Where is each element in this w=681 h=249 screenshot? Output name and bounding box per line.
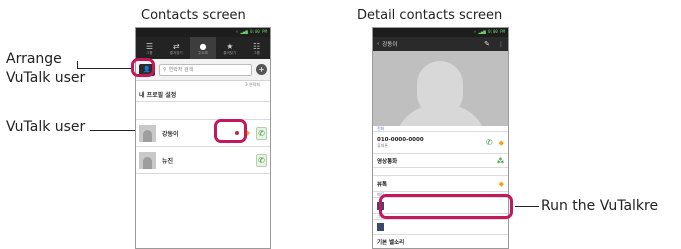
tab-groups[interactable]: ☰ 그룹: [136, 37, 163, 59]
search-placeholder: 연락처 검색: [168, 67, 194, 73]
contact-row[interactable]: 강동이 ◆ ✆: [136, 120, 270, 147]
video-call-row[interactable]: 영상통화 ⁂: [373, 154, 508, 168]
phone-number-row[interactable]: 010-0000-0000 휴대폰 ✆ ◆: [373, 132, 508, 154]
run-vutalk-label: Run the VuTalkre: [541, 198, 659, 214]
contact-count: 3 연락처: [245, 82, 260, 87]
phone-icon: ✆: [258, 155, 265, 165]
tab-more[interactable]: ☷ 그룹: [243, 37, 270, 59]
section-spacer: [136, 102, 270, 120]
section-spacer: [373, 168, 508, 176]
run-vutalk-highlight: [379, 194, 513, 219]
run-vutalk-leader-line: [515, 206, 539, 207]
tab-contacts[interactable]: ● 주소록: [189, 37, 217, 59]
group-row[interactable]: [373, 220, 508, 235]
phone-icon: ✆: [258, 128, 265, 138]
more-icon[interactable]: ⋮: [498, 41, 504, 48]
search-icon: ⚲: [163, 66, 167, 73]
phone-type: 휴대폰: [377, 142, 389, 148]
detail-title: 강동이: [382, 42, 398, 48]
my-profile-row[interactable]: 내 프로필 설정: [136, 88, 270, 102]
alphabet-scroll-index[interactable]: · · · · · · · · · · · · · · · · · · · · · · · · · · · · · · · · · · · ·: [266, 88, 269, 232]
star-icon: ★: [226, 41, 234, 51]
vutalk-user-highlight: [214, 119, 247, 143]
arrange-label-line2: VuTalk user: [6, 70, 86, 86]
status-bar: ⚡ ▂▄▆ 0:00 PM: [373, 28, 508, 37]
tab-starred[interactable]: ★ 즐겨찾기: [216, 37, 243, 59]
edit-icon[interactable]: ✎: [484, 40, 490, 48]
vutalk-user-label: VuTalk user: [6, 119, 86, 135]
tab-icon: ☰: [145, 41, 153, 51]
contact-photo: [373, 51, 508, 126]
tab-icon: ⇄: [172, 41, 180, 51]
group-icon: [377, 223, 384, 231]
message-icon[interactable]: ◆: [499, 139, 504, 147]
tab-icon: ☷: [253, 41, 261, 51]
my-profile-label: 내 프로필 설정: [139, 92, 177, 99]
tab-favorites[interactable]: ⇄ 즐겨찾기: [163, 37, 190, 59]
contacts-screen-caption: Contacts screen: [141, 8, 246, 23]
tab-label: 즐겨찾기: [169, 50, 183, 55]
tab-label: 그룹: [146, 50, 153, 55]
avatar: [139, 124, 156, 142]
ringtone-row[interactable]: 기본 벨소리: [373, 235, 508, 248]
vutalk-icon[interactable]: ◆: [499, 180, 504, 188]
vutalk-row[interactable]: 뷰톡 ◆: [373, 176, 508, 192]
video-call-icon[interactable]: ⁂: [497, 157, 504, 165]
tab-label: 그룹: [253, 50, 260, 55]
contact-name: 뉴진: [162, 157, 174, 165]
contacts-tab-bar: ☰ 그룹 ⇄ 즐겨찾기 ● 주소록 ★ 즐겨찾기 ☷ 그룹: [136, 37, 270, 59]
vutalk-row-label: 뷰톡: [377, 181, 388, 188]
ringtone-label: 기본 벨소리: [377, 239, 405, 246]
search-input[interactable]: ⚲ 연락처 검색: [159, 63, 252, 76]
arrange-highlight: [131, 58, 155, 77]
add-contact-button[interactable]: +: [256, 64, 267, 75]
avatar: [139, 151, 156, 169]
arrange-leader-line: [77, 68, 132, 69]
contacts-screen-phone: ⚡ ▂▄▆ 0:00 PM ☰ 그룹 ⇄ 즐겨찾기 ● 주소록 ★ 즐겨찾기 ☷ 그룹 👤…: [135, 27, 271, 249]
contact-row[interactable]: 뉴진 ✆: [136, 147, 270, 174]
video-call-label: 영상통화: [377, 158, 398, 165]
silhouette-body-icon: [395, 105, 487, 126]
phone-icon[interactable]: ✆: [486, 138, 493, 147]
person-icon: ●: [199, 41, 207, 51]
plus-icon: +: [258, 65, 265, 74]
back-icon[interactable]: ‹: [377, 41, 379, 47]
tab-label: 주소록: [198, 50, 208, 55]
detail-title-bar: ‹ 강동이 ✎ ⋮: [373, 37, 508, 51]
tab-label: 즐겨찾기: [223, 50, 237, 55]
search-row: 👤 ⚲ 연락처 검색 +: [136, 59, 270, 81]
detail-screen-caption: Detail contacts screen: [357, 8, 503, 23]
arrange-label-line1: Arrange: [6, 51, 62, 67]
status-bar: ⚡ ▂▄▆ 0:00 PM: [136, 28, 270, 37]
